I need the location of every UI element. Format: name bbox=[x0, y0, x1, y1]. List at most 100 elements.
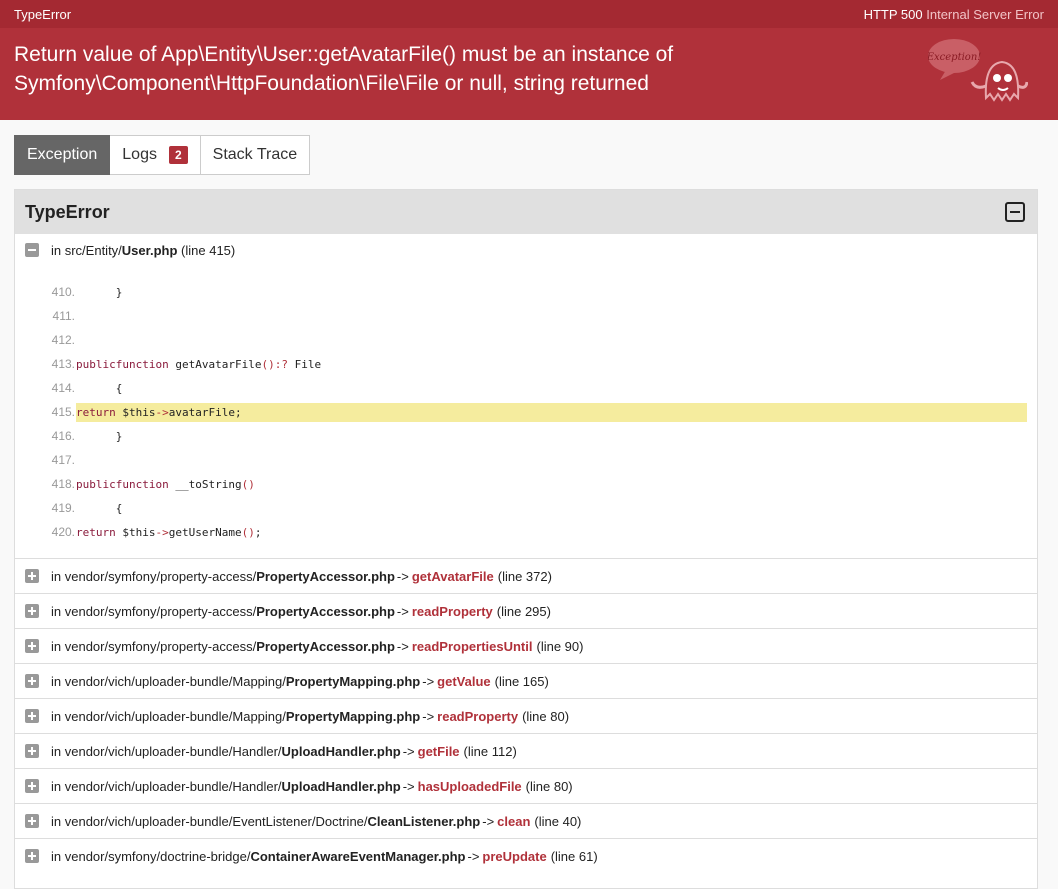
line-number: 414. bbox=[51, 381, 75, 395]
trace-frame-list: in vendor/symfony/property-access/Proper… bbox=[15, 558, 1037, 873]
line-number: 418. bbox=[51, 477, 75, 491]
plus-toggle-icon[interactable] bbox=[25, 814, 39, 828]
frame-file: CleanListener.php bbox=[367, 813, 481, 829]
call-arrow: -> bbox=[482, 813, 495, 829]
call-arrow: -> bbox=[402, 743, 415, 759]
code-text: return $this -> getUserName(); bbox=[76, 525, 262, 539]
call-arrow: -> bbox=[402, 778, 415, 794]
line-number: 415. bbox=[51, 405, 75, 419]
status-text: Internal Server Error bbox=[926, 6, 1044, 22]
code-line: 420. return $this -> getUserName(); bbox=[15, 520, 1037, 544]
trace-frame[interactable]: in vendor/symfony/property-access/Proper… bbox=[15, 593, 1037, 628]
line-number: 412. bbox=[51, 333, 75, 347]
tab-stack-trace[interactable]: Stack Trace bbox=[200, 135, 311, 175]
trace-frame[interactable]: in vendor/vich/uploader-bundle/Handler/U… bbox=[15, 733, 1037, 768]
frame-line: (line 165) bbox=[494, 673, 549, 689]
frame-path: in vendor/symfony/property-access/ bbox=[51, 568, 257, 584]
trace-frame-expanded[interactable]: in src/Entity/User.php (line 415) bbox=[15, 234, 1037, 266]
plus-toggle-icon[interactable] bbox=[25, 709, 39, 723]
frame-file: UploadHandler.php bbox=[281, 778, 401, 794]
trace-frame[interactable]: in vendor/vich/uploader-bundle/Handler/U… bbox=[15, 768, 1037, 803]
line-number: 413. bbox=[51, 357, 75, 371]
line-number: 417. bbox=[51, 453, 75, 467]
trace-frame[interactable]: in vendor/vich/uploader-bundle/Mapping/P… bbox=[15, 663, 1037, 698]
trace-frame[interactable]: in vendor/symfony/doctrine-bridge/Contai… bbox=[15, 838, 1037, 873]
code-line: 418. public function __toString() bbox=[15, 472, 1037, 496]
frame-path: in vendor/vich/uploader-bundle/Handler/ bbox=[51, 743, 282, 759]
line-number: 420. bbox=[51, 525, 75, 539]
frame-line: (line 80) bbox=[525, 778, 573, 794]
minus-toggle-icon[interactable] bbox=[25, 243, 39, 257]
frame-function: getValue bbox=[437, 673, 491, 689]
trace-frame[interactable]: in vendor/symfony/property-access/Proper… bbox=[15, 558, 1037, 593]
call-arrow: -> bbox=[396, 568, 409, 584]
frame-line: (line 415) bbox=[181, 242, 236, 258]
plus-toggle-icon[interactable] bbox=[25, 849, 39, 863]
frame-line: (line 112) bbox=[463, 743, 517, 759]
frame-file: User.php bbox=[121, 242, 178, 258]
tab-logs[interactable]: Logs 2 bbox=[110, 135, 201, 175]
frame-file: PropertyMapping.php bbox=[285, 673, 421, 689]
code-text: return $this -> avatarFile; bbox=[76, 402, 1027, 422]
frame-function: preUpdate bbox=[482, 848, 547, 864]
frame-path: in src/Entity/ bbox=[51, 242, 122, 258]
tab-label: Exception bbox=[27, 146, 98, 163]
call-arrow: -> bbox=[422, 708, 435, 724]
frame-file: ContainerAwareEventManager.php bbox=[250, 848, 466, 864]
frame-path: in vendor/vich/uploader-bundle/Handler/ bbox=[51, 778, 282, 794]
plus-toggle-icon[interactable] bbox=[25, 604, 39, 618]
code-line: 411. bbox=[15, 304, 1037, 328]
frame-file: UploadHandler.php bbox=[281, 743, 401, 759]
line-number: 416. bbox=[51, 429, 75, 443]
call-arrow: -> bbox=[396, 603, 409, 619]
code-line: 417. bbox=[15, 448, 1037, 472]
code-line: 419. { bbox=[15, 496, 1037, 520]
logs-count-badge: 2 bbox=[168, 146, 188, 164]
call-arrow: -> bbox=[467, 848, 480, 864]
frame-path: in vendor/symfony/doctrine-bridge/ bbox=[51, 848, 251, 864]
frame-path: in vendor/symfony/property-access/ bbox=[51, 638, 257, 654]
code-line: 416. } bbox=[15, 424, 1037, 448]
status-code: HTTP 500 bbox=[863, 6, 923, 22]
frame-path: in vendor/symfony/property-access/ bbox=[51, 603, 257, 619]
plus-toggle-icon[interactable] bbox=[25, 674, 39, 688]
code-text: { bbox=[76, 381, 123, 395]
tab-label: Logs bbox=[122, 146, 157, 163]
call-arrow: -> bbox=[422, 673, 435, 689]
frame-function: readProperty bbox=[411, 603, 493, 619]
top-bar: TypeError HTTP 500 Internal Server Error bbox=[0, 0, 1058, 28]
frame-file: PropertyAccessor.php bbox=[256, 638, 395, 654]
trace-frame[interactable]: in vendor/vich/uploader-bundle/Mapping/P… bbox=[15, 698, 1037, 733]
trace-frame[interactable]: in vendor/symfony/property-access/Proper… bbox=[15, 628, 1037, 663]
frame-path: in vendor/vich/uploader-bundle/EventList… bbox=[51, 813, 368, 829]
plus-toggle-icon[interactable] bbox=[25, 744, 39, 758]
exception-class: TypeError bbox=[14, 6, 72, 22]
code-line: 412. bbox=[15, 328, 1037, 352]
frame-function: getAvatarFile bbox=[411, 568, 494, 584]
plus-toggle-icon[interactable] bbox=[25, 779, 39, 793]
code-line: 410. } bbox=[15, 280, 1037, 304]
line-number: 419. bbox=[51, 501, 75, 515]
tab-exception[interactable]: Exception bbox=[14, 135, 111, 175]
exception-header: Return value of App\Entity\User::getAvat… bbox=[0, 28, 1058, 120]
plus-toggle-icon[interactable] bbox=[25, 569, 39, 583]
trace-frame[interactable]: in vendor/vich/uploader-bundle/EventList… bbox=[15, 803, 1037, 838]
frame-function: hasUploadedFile bbox=[417, 778, 522, 794]
frame-file: PropertyAccessor.php bbox=[256, 603, 395, 619]
code-text: } bbox=[76, 285, 123, 299]
plus-toggle-icon[interactable] bbox=[25, 639, 39, 653]
exception-message: Return value of App\Entity\User::getAvat… bbox=[14, 43, 674, 95]
code-line: 414. { bbox=[15, 376, 1037, 400]
collapse-icon[interactable] bbox=[1005, 202, 1025, 222]
code-text: } bbox=[76, 429, 123, 443]
frame-function: readProperty bbox=[437, 708, 519, 724]
code-text: { bbox=[76, 501, 123, 515]
tab-label: Stack Trace bbox=[212, 146, 298, 163]
frame-file: PropertyAccessor.php bbox=[256, 568, 395, 584]
frame-function: getFile bbox=[417, 743, 460, 759]
http-status: HTTP 500 Internal Server Error bbox=[864, 7, 1044, 22]
line-number: 410. bbox=[51, 285, 75, 299]
